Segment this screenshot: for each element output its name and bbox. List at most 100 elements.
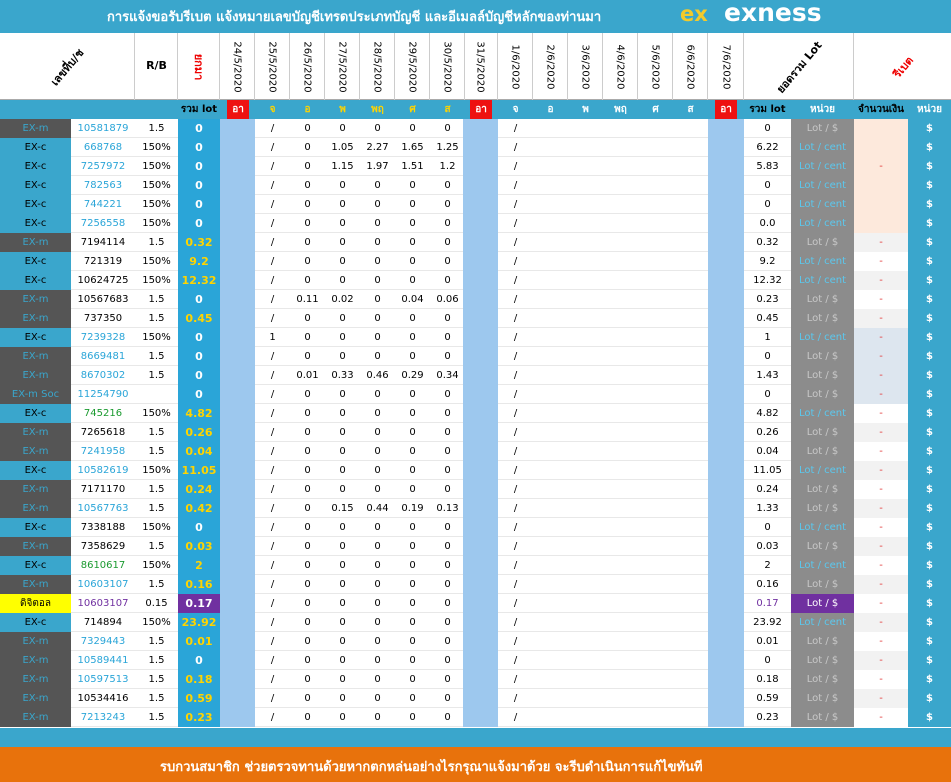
day-cell: / [513,503,518,514]
day-cell: / [513,655,518,666]
day-cell-7-6 [708,613,744,632]
day-cell: 0 [409,256,416,267]
day-cell: / [513,123,518,134]
unit-cell: Lot / $ [791,366,854,385]
table-row: EX-m 737350 1.5 0.45 / 0 0 0 0 0 / 0.45 Lot / $ - $ [0,309,951,328]
day-cell: 0 [409,237,416,248]
amount-cell: - [854,708,908,727]
lot-sum: 0.18 [756,674,779,685]
day-cell: 1.65 [401,142,424,153]
account-type: EX-c [0,518,71,537]
carry-lot: 0 [178,366,220,385]
day-cell: 0 [304,579,311,590]
account-number: 7256558 [80,218,126,229]
header-date-label: 30/5/2020 [441,40,453,93]
amount-cell: - [854,271,908,290]
lot-sum: 11.05 [753,465,782,476]
day-cell: 0 [444,484,451,495]
day-cell-24-5 [220,138,255,157]
table-row: EX-m 10589441 1.5 0 / 0 0 0 0 0 / 0 Lot / $ - $ [0,651,951,670]
amount-cell: - [854,613,908,632]
currency-cell: $ [908,480,951,499]
rb-value: 1.5 [148,636,165,647]
day-cell: / [513,351,518,362]
day-cell: 0 [374,617,381,628]
account-type: EX-m [0,366,71,385]
header-prev-label: ยกมา [191,53,205,80]
day-cell: 0 [409,674,416,685]
sub-day: อา [715,100,737,119]
day-cell-31-5 [463,651,498,670]
day-cell: 0 [409,446,416,457]
table-row: EX-m 7213243 1.5 0.23 / 0 0 0 0 0 / 0.23 Lot / $ - $ [0,708,951,727]
day-cell: 0 [444,389,451,400]
day-cell: / [270,522,275,533]
day-cell: 0 [339,598,346,609]
carry-lot: 0 [178,347,220,366]
unit-cell: Lot / $ [791,537,854,556]
day-cell-31-5 [463,119,498,138]
currency-cell: $ [908,594,951,613]
carry-lot: 2 [178,556,220,575]
day-cell: / [513,370,518,381]
day-cell: / [270,180,275,191]
carry-lot: 0 [178,119,220,138]
rb-value: 150% [142,332,171,343]
unit-cell: Lot / $ [791,594,854,613]
day-cell-24-5 [220,176,255,195]
carry-lot: 0.23 [178,708,220,727]
amount-cell: - [854,442,908,461]
carry-lot: 0.17 [178,594,220,613]
lot-sum: 0 [764,389,771,400]
day-cell: 0 [409,123,416,134]
header-date: 26/5/2020 [290,33,325,100]
day-cell: 0 [444,522,451,533]
lot-sum: 9.2 [759,256,776,267]
unit-cell: Lot / $ [791,651,854,670]
amount-cell: - [854,290,908,309]
day-cell: / [513,142,518,153]
day-cell: 0 [339,218,346,229]
day-cell: / [270,541,275,552]
lot-sum: 0 [764,199,771,210]
table-row: EX-c 721319 150% 9.2 / 0 0 0 0 0 / 9.2 Lot / cent - $ [0,252,951,271]
carry-lot: 9.2 [178,252,220,271]
rb-value: 150% [142,142,171,153]
amount-cell: - [854,157,908,176]
day-cell-7-6 [708,290,744,309]
day-cell: 0 [444,617,451,628]
day-cell-24-5 [220,309,255,328]
table-row: EX-c 7257972 150% 0 / 0 1.15 1.97 1.51 1.2 / 5.83 Lo… [0,157,951,176]
day-cell: 0 [374,579,381,590]
table-row: EX-c 8610617 150% 2 / 0 0 0 0 0 / 2 Lot / cent - $ [0,556,951,575]
day-cell: / [513,636,518,647]
footer-strip [0,728,951,747]
lot-sum: 0.32 [756,237,779,248]
lot-sum: 0 [764,123,771,134]
amount-cell: - [854,252,908,271]
account-number: 721319 [83,256,123,267]
day-cell: 0 [444,332,451,343]
currency-cell: $ [908,214,951,233]
day-cell: 0 [444,237,451,248]
day-cell-7-6 [708,157,744,176]
day-cell: 0 [444,598,451,609]
day-cell: 0 [304,142,311,153]
rb-value: 1.5 [148,237,165,248]
day-cell: / [513,237,518,248]
sub-day: พ [339,104,346,115]
day-cell: 0.02 [331,294,354,305]
day-cell: 0 [409,484,416,495]
header-date-label: 26/5/2020 [301,40,313,93]
day-cell-31-5 [463,233,498,252]
header-date: 2/6/2020 [533,33,568,100]
rb-value: 1.5 [148,370,165,381]
lot-sum: 0.16 [756,579,779,590]
day-cell: 0.44 [366,503,389,514]
header-date: 31/5/2020 [463,33,498,100]
day-cell: 0 [409,465,416,476]
account-number: 668768 [83,142,123,153]
day-cell: 0.29 [401,370,424,381]
day-cell-31-5 [463,442,498,461]
lot-sum: 0.04 [756,446,779,457]
